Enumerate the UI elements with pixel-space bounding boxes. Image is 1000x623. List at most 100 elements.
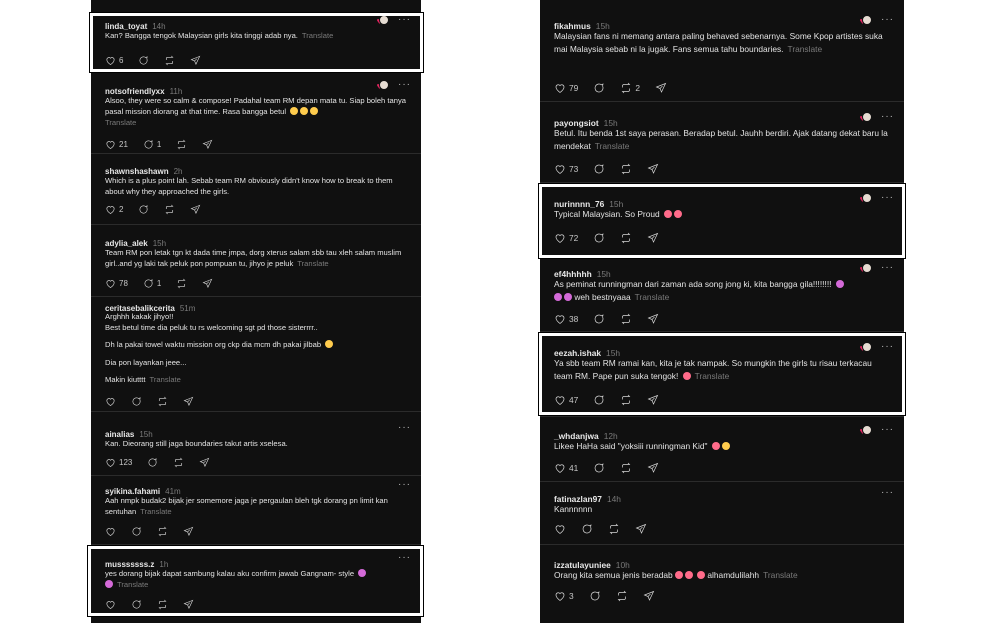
like-button[interactable]: 3 (554, 590, 574, 602)
more-icon[interactable]: ··· (398, 79, 411, 90)
repost-button[interactable] (176, 278, 187, 289)
more-icon[interactable]: ··· (398, 479, 411, 490)
like-button[interactable]: 2 (105, 204, 123, 215)
reply-button[interactable] (593, 313, 605, 325)
more-icon[interactable]: ··· (881, 111, 894, 122)
translate-link[interactable]: Translate (595, 141, 630, 151)
comment-fikahmus: fikahmus15h♥··· Malaysian fans ni memang… (540, 10, 904, 102)
translate-link[interactable]: Translate (117, 580, 148, 589)
reply-button[interactable]: 1 (143, 278, 161, 289)
translate-link[interactable]: Translate (105, 118, 136, 127)
reply-button[interactable]: 1 (143, 139, 161, 150)
more-icon[interactable]: ··· (398, 422, 411, 433)
like-button[interactable]: 78 (105, 278, 128, 289)
repost-button[interactable] (620, 163, 632, 175)
share-button[interactable] (183, 599, 194, 610)
repost-button[interactable] (157, 396, 168, 407)
share-button[interactable] (647, 232, 659, 244)
heart-icon (106, 56, 115, 65)
repost-button[interactable] (616, 590, 628, 602)
translate-link[interactable]: Translate (140, 507, 171, 516)
reply-button[interactable] (593, 163, 605, 175)
repost-button[interactable] (157, 599, 168, 610)
reply-button[interactable] (131, 526, 142, 537)
reply-icon (595, 83, 604, 93)
repost-icon (158, 526, 167, 536)
like-button[interactable]: 21 (105, 139, 128, 150)
reply-button[interactable] (593, 232, 605, 244)
share-button[interactable] (643, 590, 655, 602)
translate-link[interactable]: Translate (635, 292, 670, 302)
repost-button[interactable] (620, 462, 632, 474)
like-button[interactable] (105, 396, 116, 407)
more-icon[interactable]: ··· (881, 262, 894, 273)
translate-link[interactable]: Translate (150, 375, 181, 384)
repost-button[interactable] (173, 457, 184, 468)
reply-button[interactable] (131, 396, 142, 407)
repost-icon (621, 232, 631, 244)
more-icon[interactable]: ··· (398, 14, 411, 25)
share-button[interactable] (647, 462, 659, 474)
share-button[interactable] (635, 523, 647, 535)
like-button[interactable]: 6 (105, 55, 123, 66)
translate-link[interactable]: Translate (302, 31, 333, 40)
repost-button[interactable]: 2 (620, 82, 640, 94)
more-icon[interactable]: ··· (881, 341, 894, 352)
like-button[interactable] (554, 523, 566, 535)
share-button[interactable] (202, 278, 213, 289)
translate-link[interactable]: Translate (297, 259, 328, 268)
like-button[interactable]: 79 (554, 82, 578, 94)
share-button[interactable] (183, 396, 194, 407)
right-thread-panel: fikahmus15h♥··· Malaysian fans ni memang… (540, 0, 904, 623)
share-icon (190, 55, 201, 65)
heart-icon (106, 397, 115, 406)
comment-notsofriendlyxx: notsofriendlyxx11h♥··· Alsoo, they were … (91, 75, 421, 154)
reply-button[interactable] (131, 599, 142, 610)
share-button[interactable] (183, 526, 194, 537)
translate-link[interactable]: Translate (788, 44, 823, 54)
reply-button[interactable] (147, 457, 158, 468)
like-button[interactable] (105, 599, 116, 610)
reply-button[interactable] (589, 590, 601, 602)
share-button[interactable] (199, 457, 210, 468)
like-button[interactable]: 41 (554, 462, 578, 474)
like-button[interactable]: 38 (554, 313, 578, 325)
reply-button[interactable] (593, 462, 605, 474)
reply-button[interactable] (138, 204, 149, 215)
share-button[interactable] (647, 394, 659, 406)
more-icon[interactable]: ··· (881, 192, 894, 203)
heart-icon (555, 234, 565, 243)
like-button[interactable]: 123 (105, 457, 132, 468)
like-button[interactable] (105, 526, 116, 537)
more-icon[interactable]: ··· (881, 424, 894, 435)
share-icon (183, 599, 194, 609)
share-button[interactable] (647, 313, 659, 325)
repost-button[interactable] (164, 204, 175, 215)
translate-link[interactable]: Translate (763, 570, 798, 580)
repost-button[interactable] (620, 394, 632, 406)
repost-button[interactable] (620, 232, 632, 244)
share-button[interactable] (190, 204, 201, 215)
reply-button[interactable] (593, 394, 605, 406)
like-button[interactable]: 73 (554, 163, 578, 175)
reply-button[interactable] (581, 523, 593, 535)
repost-button[interactable] (176, 139, 187, 150)
heart-icon (106, 205, 115, 214)
translate-link[interactable]: Translate (695, 371, 730, 381)
share-button[interactable] (647, 163, 659, 175)
reply-button[interactable] (138, 55, 149, 66)
like-button[interactable]: 72 (554, 232, 578, 244)
like-button[interactable]: 47 (554, 394, 578, 406)
repost-button[interactable] (157, 526, 168, 537)
more-icon[interactable]: ··· (398, 552, 411, 563)
share-button[interactable] (190, 55, 201, 66)
reply-button[interactable] (593, 82, 605, 94)
share-button[interactable] (655, 82, 667, 94)
more-icon[interactable]: ··· (881, 14, 894, 25)
more-icon[interactable]: ··· (881, 487, 894, 498)
share-button[interactable] (202, 139, 213, 150)
repost-button[interactable] (608, 523, 620, 535)
repost-button[interactable] (620, 313, 632, 325)
repost-button[interactable] (164, 55, 175, 66)
author-liked-icon: ♥ (860, 112, 872, 123)
